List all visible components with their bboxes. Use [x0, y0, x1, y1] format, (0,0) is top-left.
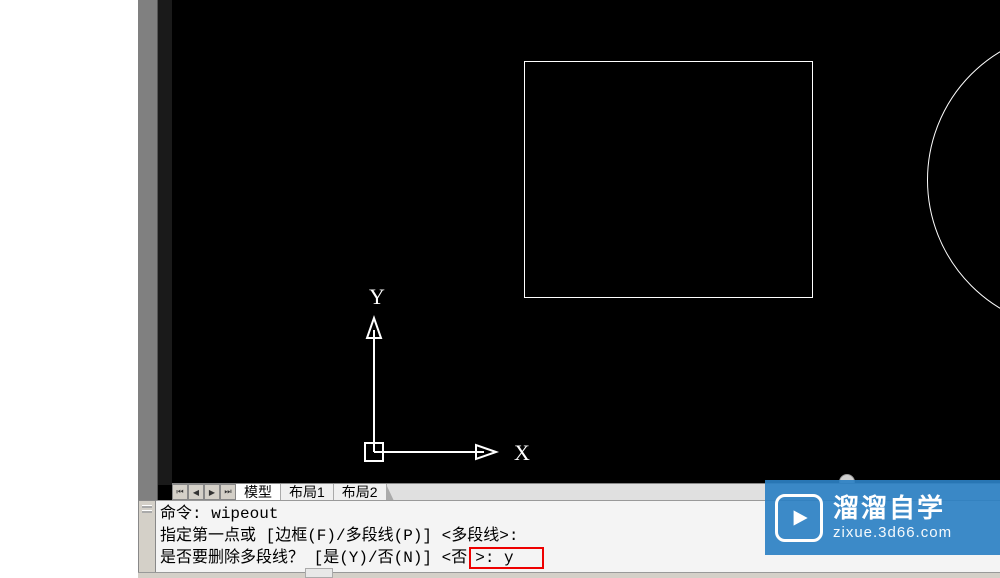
drawing-rectangle[interactable]: [524, 61, 813, 298]
tab-layout1[interactable]: 布局1: [281, 484, 334, 500]
watermark-title: 溜溜自学: [833, 493, 952, 524]
tab-nav-first-icon[interactable]: ⏮: [172, 484, 188, 500]
left-toolbar-strip: [138, 0, 158, 500]
status-bar: [138, 572, 1000, 578]
tab-nav-last-icon[interactable]: ⏭: [220, 484, 236, 500]
tab-layout2[interactable]: 布局2: [334, 484, 387, 500]
command-highlight-box: >: y: [469, 547, 543, 569]
command-panel-grip-icon[interactable]: [138, 500, 156, 578]
tab-layout1-label: 布局1: [289, 482, 325, 502]
tab-model-label: 模型: [244, 482, 272, 502]
status-bar-icons: [305, 568, 333, 578]
watermark-play-icon: [775, 494, 823, 542]
tab-model[interactable]: 模型: [236, 484, 281, 500]
drawing-circle[interactable]: [927, 30, 1000, 330]
ucs-x-label: X: [514, 440, 530, 465]
tab-layout2-label: 布局2: [342, 482, 378, 502]
ucs-y-label: Y: [369, 284, 385, 309]
ucs-icon: Y X: [364, 280, 564, 480]
watermark-subtitle: zixue.3d66.com: [833, 524, 952, 542]
status-icon-1[interactable]: [305, 568, 333, 578]
command-line-3-prefix: 是否要删除多段线？ [是(Y)/否(N)] <否: [160, 547, 467, 569]
command-input-value[interactable]: >: y: [475, 549, 513, 567]
tab-nav-prev-icon[interactable]: ◀: [188, 484, 204, 500]
drawing-canvas[interactable]: Y X: [172, 0, 1000, 485]
watermark: 溜溜自学 zixue.3d66.com: [765, 480, 1000, 555]
viewport-left-margin: [158, 0, 172, 485]
tab-nav-next-icon[interactable]: ▶: [204, 484, 220, 500]
